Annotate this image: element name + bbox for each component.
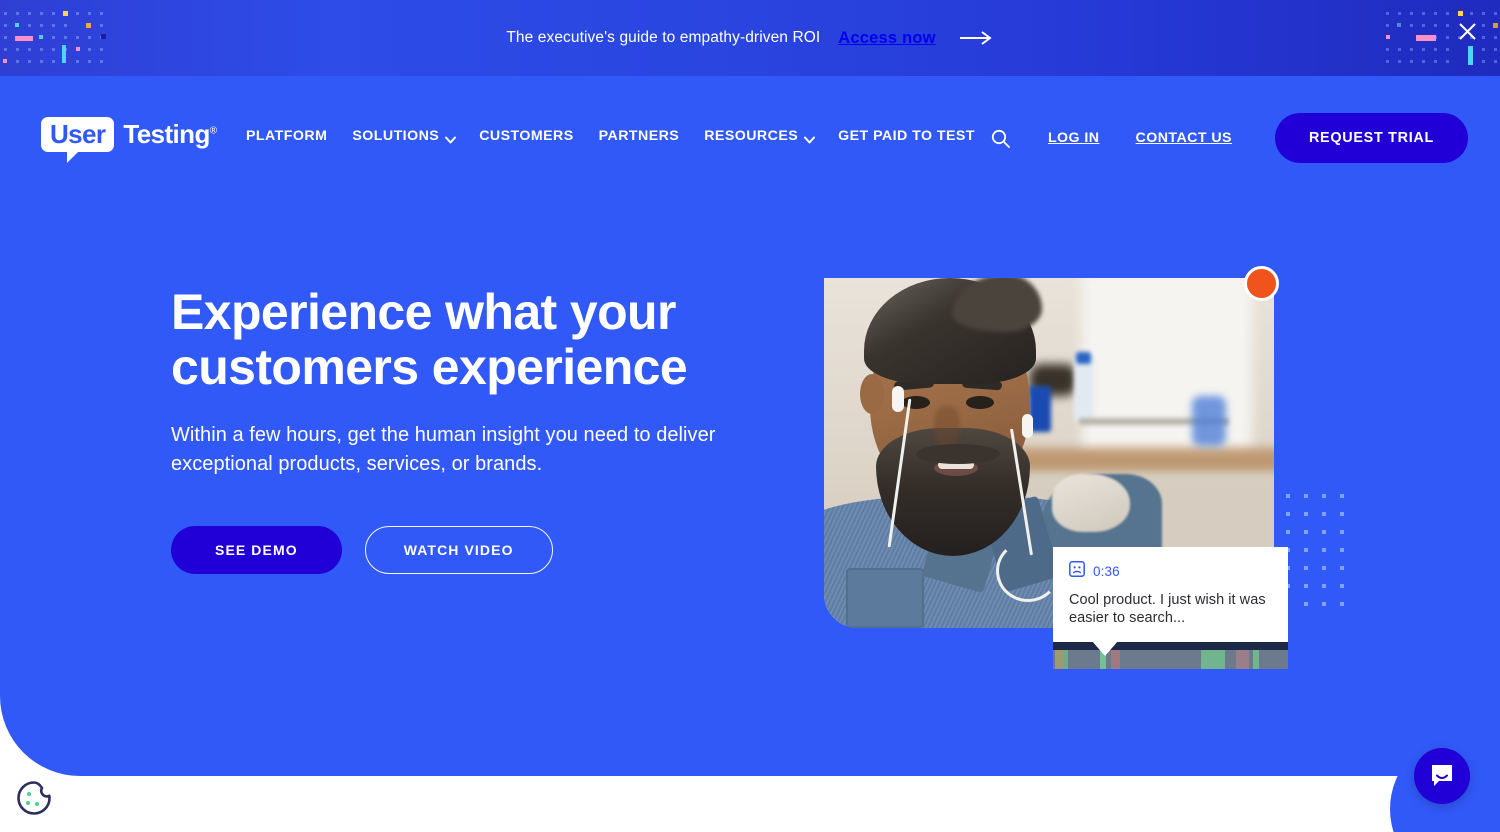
promo-cta-link[interactable]: Access now (838, 29, 935, 48)
nav-item-partners[interactable]: PARTNERS (599, 128, 680, 144)
hero-title-line-2: customers experience (171, 339, 688, 395)
nav-actions: LOG IN CONTACT US REQUEST TRIAL (984, 113, 1468, 163)
see-demo-button[interactable]: SEE DEMO (171, 526, 342, 574)
promo-text: The executive's guide to empathy-driven … (506, 29, 821, 46)
login-link[interactable]: LOG IN (1030, 130, 1118, 146)
chevron-down-icon (804, 132, 816, 143)
banner-dot-pattern-right (1386, 11, 1498, 65)
comment-timestamp: 0:36 (1093, 564, 1120, 579)
record-indicator-icon (1244, 266, 1279, 301)
arrow-right-icon[interactable] (959, 31, 994, 45)
chat-bubble-icon[interactable] (1414, 748, 1470, 804)
chevron-down-icon (445, 132, 457, 143)
banner-dot-pattern-left (3, 11, 106, 63)
cookie-icon[interactable] (14, 778, 54, 818)
nav-item-label: GET PAID TO TEST (838, 128, 975, 144)
logo-registered-mark: ® (209, 125, 217, 137)
timeline-segment (1064, 650, 1068, 669)
timeline-segment (1055, 650, 1064, 669)
video-timeline[interactable] (1053, 639, 1288, 669)
main-navigation: PLATFORM SOLUTIONS CUSTOMERS PARTNERS RE… (246, 128, 975, 144)
page-title: Experience what your customers experienc… (171, 285, 791, 395)
nav-item-label: PARTNERS (598, 128, 680, 144)
hero-cta-group: SEE DEMO WATCH VIDEO (171, 526, 791, 574)
search-icon[interactable] (984, 121, 1018, 155)
contact-us-link[interactable]: CONTACT US (1118, 130, 1250, 146)
request-trial-button[interactable]: REQUEST TRIAL (1274, 113, 1468, 163)
timeline-segment (1236, 650, 1249, 669)
comment-meta: 0:36 (1069, 561, 1272, 582)
sentiment-frown-icon (1069, 561, 1085, 582)
timeline-track[interactable] (1053, 650, 1288, 669)
promo-content: The executive's guide to empathy-driven … (506, 29, 993, 48)
nav-item-resources[interactable]: RESOURCES (704, 128, 816, 144)
nav-item-platform[interactable]: PLATFORM (246, 128, 327, 144)
nav-item-label: PLATFORM (246, 128, 328, 144)
timeline-segment (1201, 650, 1225, 669)
timeline-segment (1253, 650, 1259, 669)
nav-item-label: CUSTOMERS (479, 128, 574, 144)
hero-content: Experience what your customers experienc… (171, 285, 791, 574)
nav-item-label: RESOURCES (704, 128, 799, 144)
close-icon[interactable] (1454, 18, 1480, 44)
watch-video-button[interactable]: WATCH VIDEO (364, 526, 553, 574)
comment-tooltip: 0:36 Cool product. I just wish it was ea… (1053, 547, 1288, 642)
nav-item-solutions[interactable]: SOLUTIONS (352, 128, 457, 144)
comment-body: Cool product. I just wish it was easier … (1069, 592, 1266, 626)
page-root: The executive's guide to empathy-driven … (0, 0, 1500, 832)
nav-item-get-paid-to-test[interactable]: GET PAID TO TEST (838, 128, 975, 144)
nav-item-label: SOLUTIONS (352, 128, 440, 144)
nav-item-customers[interactable]: CUSTOMERS (479, 128, 573, 144)
hero-title-line-1: Experience what your (171, 284, 676, 340)
hero-subtitle: Within a few hours, get the human insigh… (171, 424, 716, 475)
usertesting-logo[interactable]: User Testing® (41, 117, 217, 163)
promo-banner: The executive's guide to empathy-driven … (0, 0, 1500, 76)
logo-wordmark: Testing® (123, 119, 217, 152)
logo-speech-bubble: User (41, 117, 115, 163)
logo-wordmark-text: Testing (123, 119, 210, 149)
comment-tooltip-tail (1092, 641, 1118, 656)
logo-bubble-text: User (50, 119, 106, 149)
